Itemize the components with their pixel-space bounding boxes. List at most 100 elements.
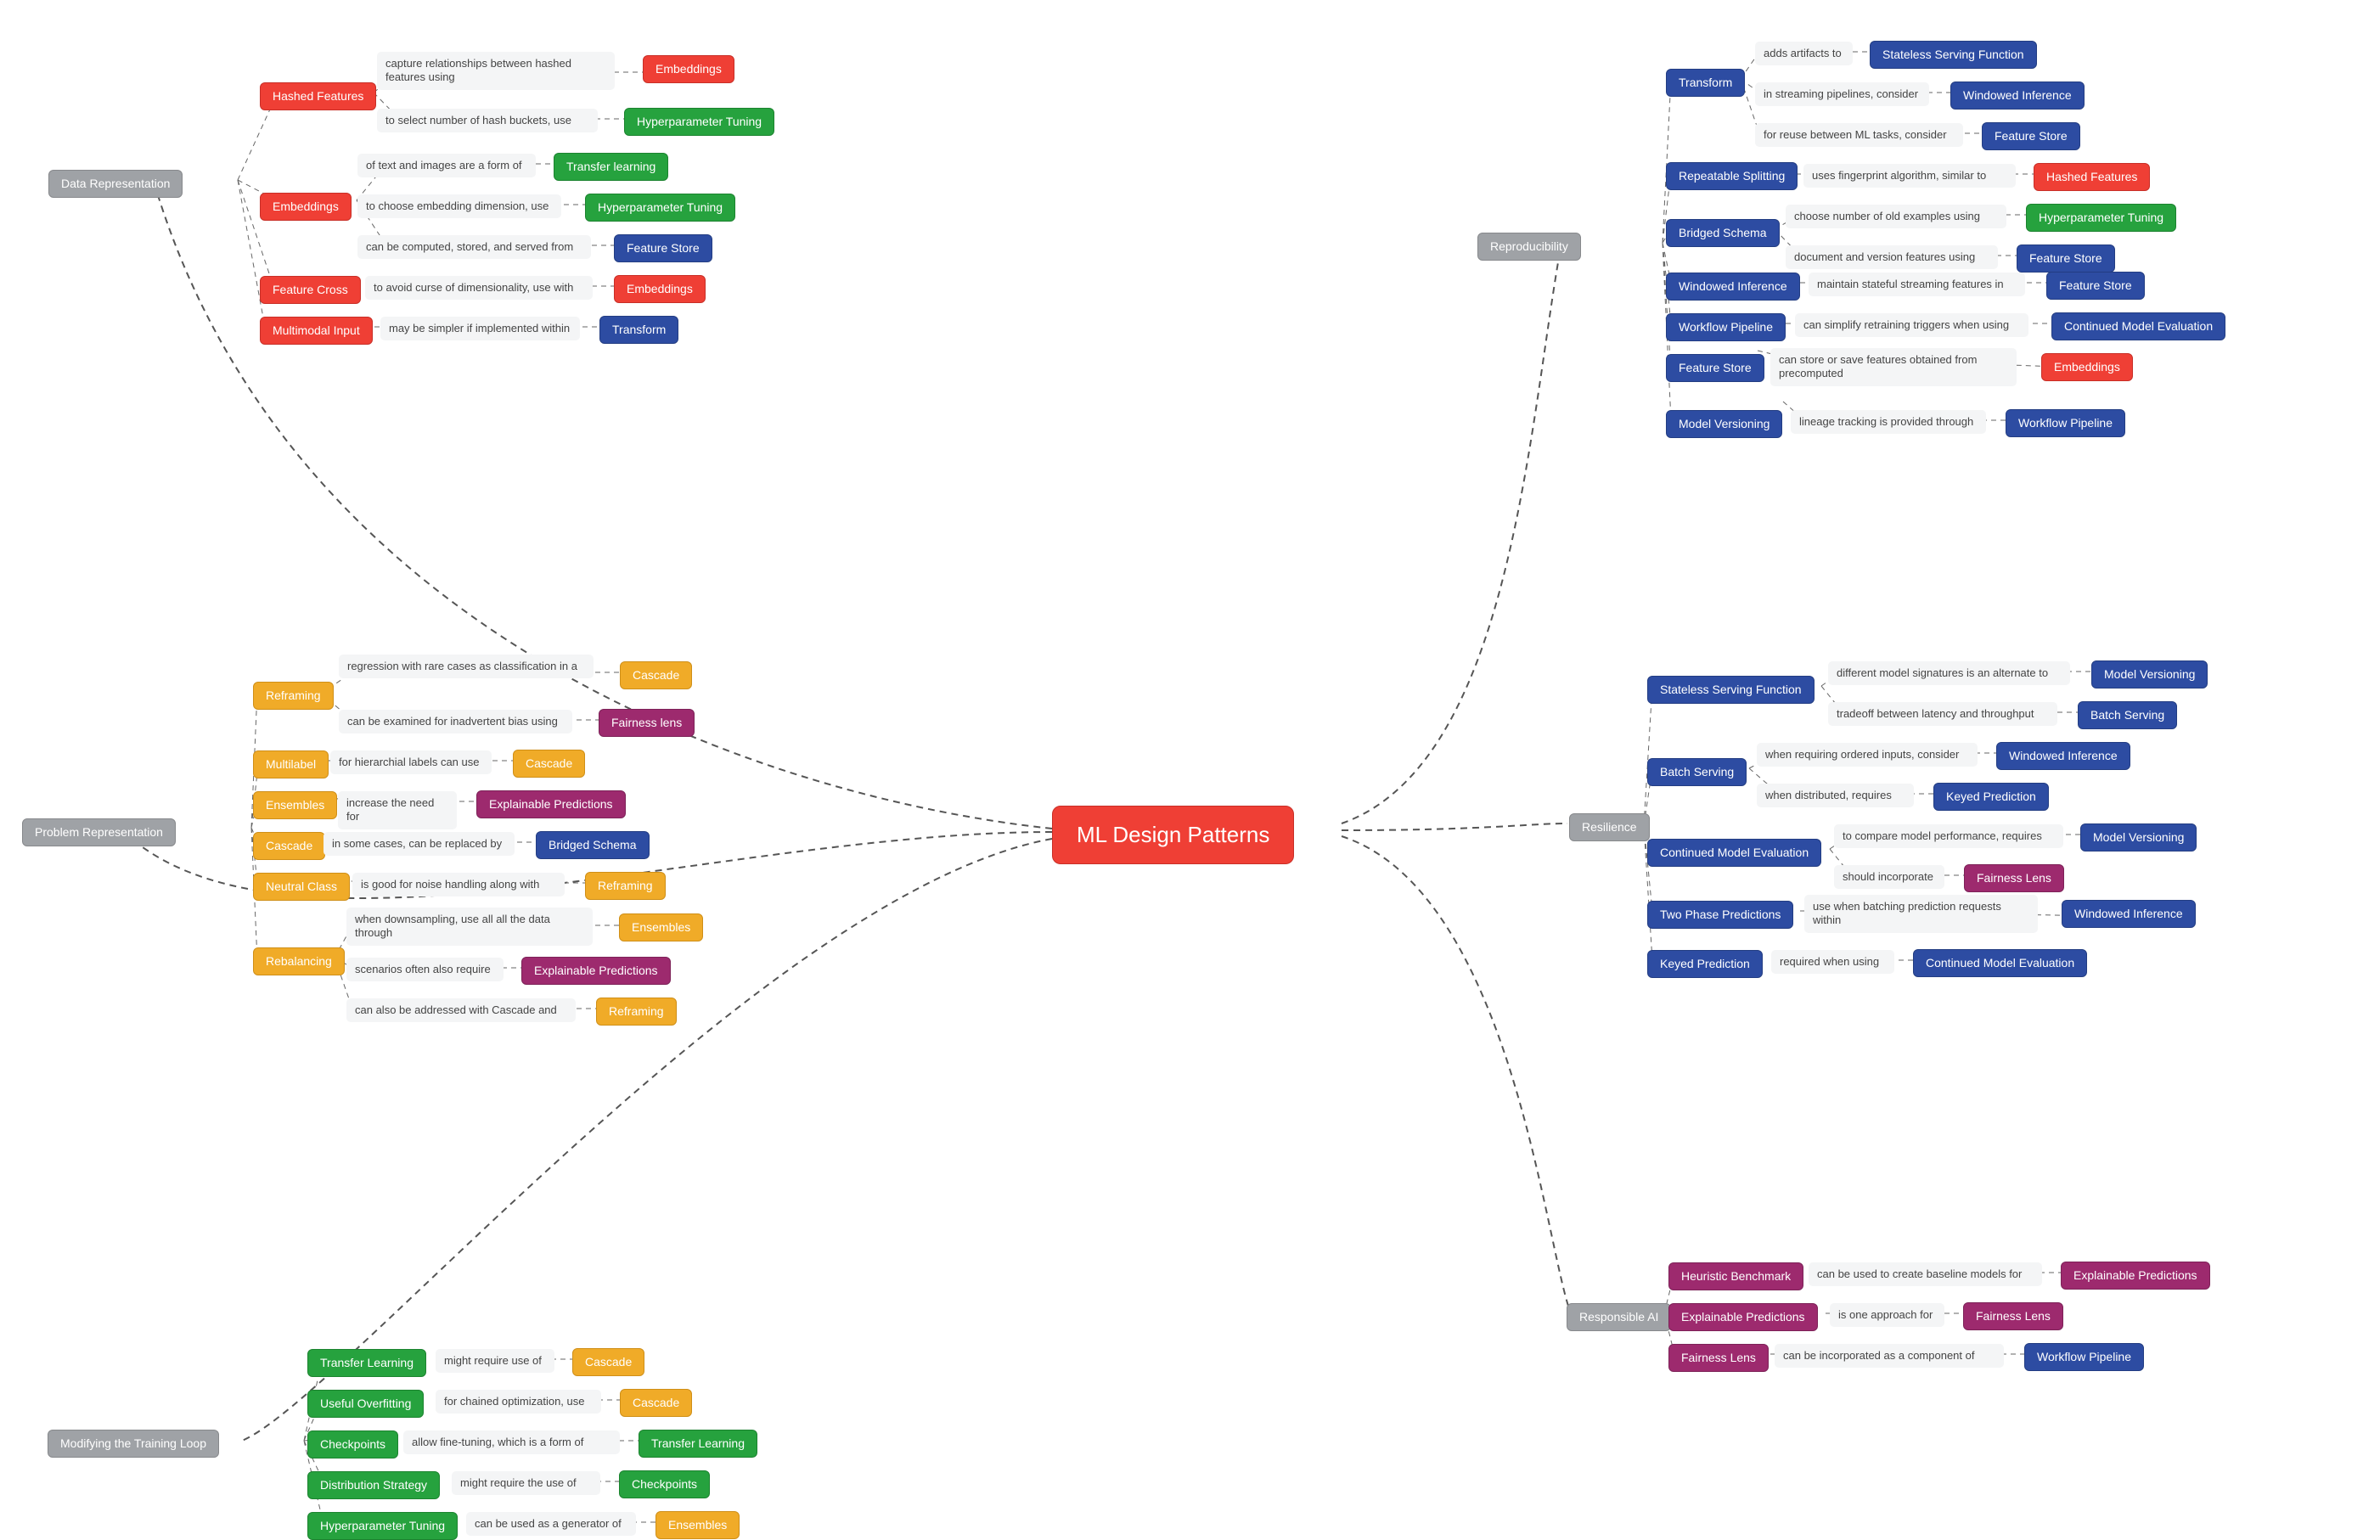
target-feature-store-4: Feature Store bbox=[2046, 272, 2145, 300]
pattern-keyed-prediction: Keyed Prediction bbox=[1647, 950, 1763, 978]
desc-pr-nc-1: is good for noise handling along with bbox=[352, 873, 565, 896]
pattern-repeatable-splitting: Repeatable Splitting bbox=[1666, 162, 1798, 190]
target-transfer-learning-2: Transfer Learning bbox=[639, 1430, 757, 1458]
desc-tl-ht-1: can be used as a generator of bbox=[466, 1512, 636, 1536]
target-reframing-2: Reframing bbox=[596, 998, 677, 1026]
target-cascade-4: Cascade bbox=[620, 1389, 692, 1417]
target-workflow-pipeline-2: Workflow Pipeline bbox=[2024, 1343, 2144, 1371]
target-windowed-2: Windowed Inference bbox=[1996, 742, 2130, 770]
pattern-distribution-strategy: Distribution Strategy bbox=[307, 1471, 440, 1499]
desc-rp-rs-1: uses fingerprint algorithm, similar to bbox=[1803, 164, 2016, 188]
target-windowed-3: Windowed Inference bbox=[2062, 900, 2196, 928]
pattern-feature-store: Feature Store bbox=[1666, 354, 1764, 382]
desc-ra-hb-1: can be used to create baseline models fo… bbox=[1809, 1262, 2042, 1286]
target-transfer-learning-1: Transfer learning bbox=[554, 153, 668, 181]
desc-pr-cs-1: in some cases, can be replaced by bbox=[324, 832, 515, 856]
target-cascade-1: Cascade bbox=[620, 661, 692, 689]
target-explainable-1: Explainable Predictions bbox=[476, 790, 626, 818]
pattern-continued-model-eval: Continued Model Evaluation bbox=[1647, 839, 1821, 867]
target-hyperparam-3: Hyperparameter Tuning bbox=[2026, 204, 2176, 232]
pattern-fairness-lens: Fairness Lens bbox=[1668, 1344, 1769, 1372]
pattern-checkpoints: Checkpoints bbox=[307, 1430, 398, 1459]
target-hyperparam-1: Hyperparameter Tuning bbox=[624, 108, 774, 136]
desc-ra-fl-1: can be incorporated as a component of bbox=[1775, 1344, 2004, 1368]
target-checkpoints-1: Checkpoints bbox=[619, 1470, 710, 1498]
category-train-loop: Modifying the Training Loop bbox=[48, 1430, 219, 1458]
target-ensembles-1: Ensembles bbox=[619, 913, 703, 941]
pattern-hyperparameter-tuning: Hyperparameter Tuning bbox=[307, 1512, 458, 1540]
desc-rs-ss-1: different model signatures is an alterna… bbox=[1828, 661, 2070, 685]
desc-pr-ml-1: for hierarchial labels can use bbox=[330, 750, 492, 774]
desc-rs-cme-2: should incorporate bbox=[1834, 865, 1944, 889]
target-windowed-1: Windowed Inference bbox=[1950, 81, 2085, 110]
target-bridged-schema-1: Bridged Schema bbox=[536, 831, 650, 859]
desc-pr-rb-2: scenarios often also require bbox=[346, 958, 504, 981]
pattern-workflow-pipeline: Workflow Pipeline bbox=[1666, 313, 1786, 341]
category-resilience: Resilience bbox=[1569, 813, 1650, 841]
desc-rp-wp-1: can simplify retraining triggers when us… bbox=[1795, 313, 2028, 337]
target-explainable-2: Explainable Predictions bbox=[521, 957, 671, 985]
target-batch-serving-1: Batch Serving bbox=[2078, 701, 2177, 729]
desc-rp-bs-2: document and version features using bbox=[1786, 245, 1998, 269]
category-reproducibility: Reproducibility bbox=[1477, 233, 1581, 261]
target-cascade-3: Cascade bbox=[572, 1348, 644, 1376]
pattern-multimodal-input: Multimodal Input bbox=[260, 317, 373, 345]
desc-dr-fc-1: to avoid curse of dimensionality, use wi… bbox=[365, 276, 593, 300]
target-keyed-prediction-1: Keyed Prediction bbox=[1933, 783, 2049, 811]
target-cascade-2: Cascade bbox=[513, 750, 585, 778]
pattern-transfer-learning: Transfer Learning bbox=[307, 1349, 426, 1377]
target-embeddings-2: Embeddings bbox=[614, 275, 706, 303]
pattern-cascade: Cascade bbox=[253, 832, 325, 860]
target-hashed-features-1: Hashed Features bbox=[2034, 163, 2150, 191]
desc-rs-cme-1: to compare model performance, requires bbox=[1834, 824, 2063, 848]
pattern-embeddings: Embeddings bbox=[260, 193, 352, 221]
desc-tl-cp-1: allow fine-tuning, which is a form of bbox=[403, 1430, 620, 1454]
desc-dr-hashed-1: capture relationships between hashed fea… bbox=[377, 52, 615, 90]
desc-rs-kp-1: required when using bbox=[1771, 950, 1894, 974]
pattern-useful-overfitting: Useful Overfitting bbox=[307, 1390, 424, 1418]
target-cme-2: Continued Model Evaluation bbox=[1913, 949, 2087, 977]
pattern-feature-cross: Feature Cross bbox=[260, 276, 361, 304]
desc-rp-tf-2: in streaming pipelines, consider bbox=[1755, 82, 1929, 106]
desc-dr-mi-1: may be simpler if implemented within bbox=[380, 317, 580, 340]
pattern-neutral-class: Neutral Class bbox=[253, 873, 350, 901]
target-explainable-3: Explainable Predictions bbox=[2061, 1262, 2210, 1290]
desc-dr-emb-3: can be computed, stored, and served from bbox=[357, 235, 591, 259]
desc-rp-wi-1: maintain stateful streaming features in bbox=[1809, 273, 2025, 296]
desc-pr-rb-1: when downsampling, use all all the data … bbox=[346, 908, 593, 946]
target-workflow-pipeline-1: Workflow Pipeline bbox=[2006, 409, 2125, 437]
pattern-stateless-serving: Stateless Serving Function bbox=[1647, 676, 1815, 704]
desc-tl-ds-1: might require the use of bbox=[452, 1471, 600, 1495]
category-responsible-ai: Responsible AI bbox=[1567, 1303, 1671, 1331]
pattern-windowed-inference: Windowed Inference bbox=[1666, 273, 1800, 301]
desc-rs-ss-2: tradeoff between latency and throughput bbox=[1828, 702, 2057, 726]
desc-rs-bs-2: when distributed, requires bbox=[1757, 784, 1914, 807]
target-feature-store-3: Feature Store bbox=[2017, 244, 2115, 273]
center-title: ML Design Patterns bbox=[1052, 806, 1294, 864]
pattern-multilabel: Multilabel bbox=[253, 750, 329, 778]
desc-dr-hashed-2: to select number of hash buckets, use bbox=[377, 109, 598, 132]
desc-rp-tf-1: adds artifacts to bbox=[1755, 42, 1853, 65]
pattern-rebalancing: Rebalancing bbox=[253, 947, 345, 975]
target-hyperparam-2: Hyperparameter Tuning bbox=[585, 194, 735, 222]
pattern-batch-serving: Batch Serving bbox=[1647, 758, 1747, 786]
target-feature-store-1: Feature Store bbox=[614, 234, 712, 262]
target-embeddings-1: Embeddings bbox=[643, 55, 734, 83]
pattern-hashed-features: Hashed Features bbox=[260, 82, 376, 110]
desc-dr-emb-1: of text and images are a form of bbox=[357, 154, 536, 177]
target-embeddings-3: Embeddings bbox=[2041, 353, 2133, 381]
pattern-bridged-schema: Bridged Schema bbox=[1666, 219, 1780, 247]
desc-rp-mv-1: lineage tracking is provided through bbox=[1791, 410, 1986, 434]
target-fairness-lens-1: Fairness lens bbox=[599, 709, 695, 737]
desc-pr-rf-1: regression with rare cases as classifica… bbox=[339, 655, 594, 678]
pattern-two-phase: Two Phase Predictions bbox=[1647, 901, 1793, 929]
desc-tl-uo-1: for chained optimization, use bbox=[436, 1390, 601, 1414]
target-feature-store-2: Feature Store bbox=[1982, 122, 2080, 150]
desc-tl-tf-1: might require use of bbox=[436, 1349, 554, 1373]
desc-rs-tp-1: use when batching prediction requests wi… bbox=[1804, 895, 2038, 933]
target-fairness-lens-3: Fairness Lens bbox=[1963, 1302, 2063, 1330]
target-cme-1: Continued Model Evaluation bbox=[2051, 312, 2225, 340]
target-model-versioning-1: Model Versioning bbox=[2091, 660, 2208, 689]
target-transform-1: Transform bbox=[599, 316, 678, 344]
pattern-heuristic-benchmark: Heuristic Benchmark bbox=[1668, 1262, 1803, 1290]
